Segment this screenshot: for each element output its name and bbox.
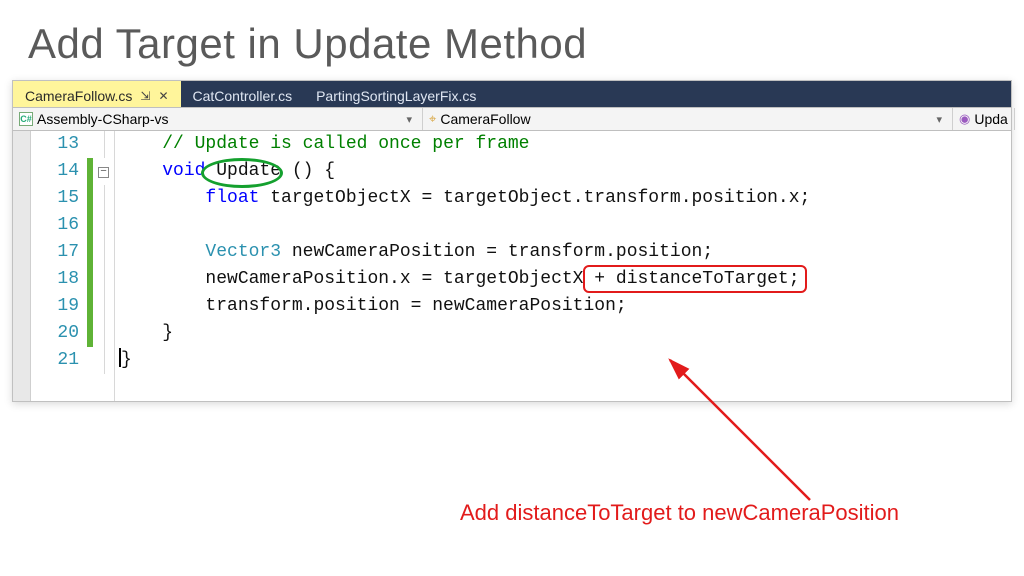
chevron-down-icon: ▾ — [406, 113, 416, 126]
code-text: newCameraPosition.x = targetObjectX + di… — [205, 269, 799, 289]
tab-camerafollow[interactable]: CameraFollow.cs ⇲ ✕ — [13, 81, 181, 107]
tab-label: CameraFollow.cs — [25, 88, 132, 104]
slide-title: Add Target in Update Method — [0, 0, 1024, 80]
crumb-method[interactable]: ◉ Upda — [953, 108, 1015, 130]
code-body[interactable]: // Update is called once per frame void … — [115, 131, 1011, 401]
code-keyword: float — [205, 188, 259, 208]
crumb-project-label: Assembly-CSharp-vs — [37, 111, 168, 127]
tab-partingsortinglayerfix[interactable]: PartingSortingLayerFix.cs — [304, 81, 488, 107]
outline-margin — [13, 131, 31, 401]
tab-catcontroller[interactable]: CatController.cs — [181, 81, 305, 107]
code-text: } — [121, 350, 132, 370]
tab-bar: CameraFollow.cs ⇲ ✕ CatController.cs Par… — [13, 81, 1011, 107]
crumb-class[interactable]: ⌖ CameraFollow ▾ — [423, 108, 953, 130]
line-number-gutter: 13 14 15 16 17 18 19 20 21 — [31, 131, 87, 401]
chevron-down-icon: ▾ — [936, 113, 946, 126]
close-icon[interactable]: ✕ — [158, 89, 168, 103]
code-editor[interactable]: 13 14 15 16 17 18 19 20 21 − — [13, 131, 1011, 401]
csharp-icon: C# — [19, 112, 33, 126]
code-text: transform.position = newCameraPosition; — [205, 296, 626, 316]
fold-gutter: − — [93, 131, 115, 401]
fold-toggle-icon[interactable]: − — [98, 167, 109, 178]
code-type: Vector3 — [205, 242, 281, 262]
annotation-callout: Add distanceToTarget to newCameraPositio… — [460, 500, 899, 526]
class-icon: ⌖ — [429, 111, 436, 127]
code-text: } — [119, 323, 173, 343]
tab-label: PartingSortingLayerFix.cs — [316, 88, 476, 104]
navigation-bar: C# Assembly-CSharp-vs ▾ ⌖ CameraFollow ▾… — [13, 107, 1011, 131]
pin-icon[interactable]: ⇲ — [140, 89, 150, 103]
crumb-project[interactable]: C# Assembly-CSharp-vs ▾ — [13, 108, 423, 130]
code-keyword: void — [162, 161, 205, 181]
crumb-class-label: CameraFollow — [440, 111, 530, 127]
code-text: Update () { — [205, 161, 335, 181]
tab-label: CatController.cs — [193, 88, 293, 104]
code-text: targetObjectX = targetObject.transform.p… — [259, 188, 810, 208]
editor-frame: CameraFollow.cs ⇲ ✕ CatController.cs Par… — [12, 80, 1012, 402]
method-icon: ◉ — [959, 111, 970, 127]
crumb-method-label: Upda — [974, 111, 1007, 127]
code-text: newCameraPosition = transform.position; — [281, 242, 713, 262]
code-line: // Update is called once per frame — [162, 134, 529, 154]
